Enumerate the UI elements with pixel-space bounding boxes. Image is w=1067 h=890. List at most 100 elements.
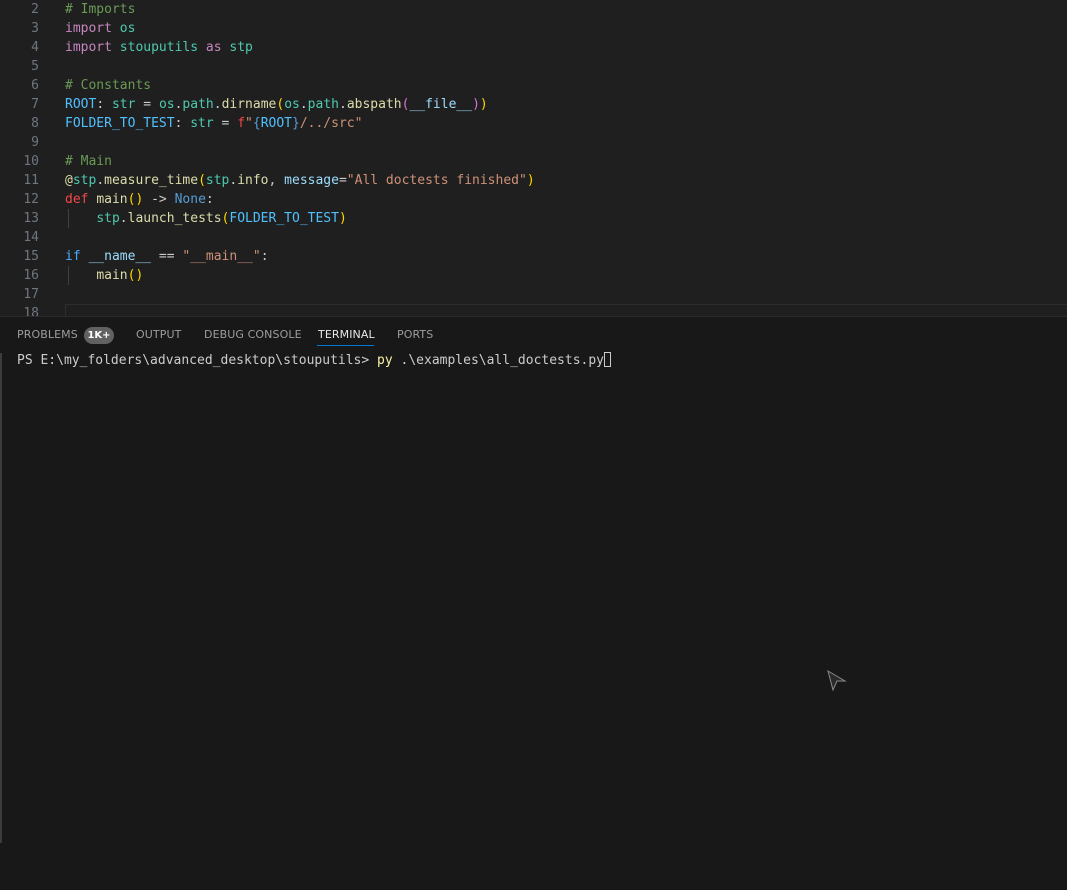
code-token: ROOT — [260, 116, 292, 131]
terminal-cursor — [604, 352, 612, 367]
panel-tabs: PROBLEMS 1K+ OUTPUT DEBUG CONSOLE TERMIN… — [0, 317, 1067, 353]
code-token: : — [260, 249, 269, 264]
code-token: = — [213, 116, 238, 131]
code-token: , — [268, 173, 285, 188]
code-line[interactable]: 7 ROOT: str = os.path.dirname(os.path.abs… — [0, 95, 1067, 114]
code-text: # Constants — [65, 76, 151, 95]
code-line[interactable]: 9 — [0, 133, 1067, 152]
code-token: () — [127, 268, 144, 283]
line-number: 18 — [23, 306, 39, 316]
terminal-prompt: PS E:\my_folders\advanced_desktop\stoupu… — [17, 353, 378, 368]
code-token: None — [174, 192, 206, 207]
terminal-command: py — [377, 353, 393, 368]
code-line[interactable]: 6 # Constants — [0, 76, 1067, 95]
problems-count-badge: 1K+ — [84, 327, 114, 344]
code-token: ) — [472, 97, 480, 112]
code-token: { — [252, 116, 261, 131]
line-number: 3 — [31, 21, 39, 36]
code-token: path — [182, 97, 214, 112]
code-token: " — [245, 116, 253, 131]
line-number: 6 — [31, 78, 39, 93]
code-text: stp.launch_tests(FOLDER_TO_TEST) — [65, 209, 346, 228]
code-line[interactable]: 3 import os — [0, 19, 1067, 38]
bottom-panel: PROBLEMS 1K+ OUTPUT DEBUG CONSOLE TERMIN… — [0, 316, 1067, 890]
code-token: main — [96, 268, 128, 283]
code-token: ( — [198, 173, 206, 188]
code-line[interactable]: 4 import stouputils as stp — [0, 38, 1067, 57]
tab-output[interactable]: OUTPUT — [136, 328, 181, 341]
code-token: info — [237, 173, 269, 188]
code-text: # Imports — [65, 0, 135, 19]
code-text: main() — [65, 266, 143, 285]
active-tab-indicator — [317, 345, 374, 346]
code-token: stp — [205, 173, 230, 188]
line-number: 15 — [23, 249, 39, 264]
code-token: = — [338, 173, 347, 188]
line-number: 5 — [31, 59, 39, 74]
code-text: # Main — [65, 152, 112, 171]
line-number: 9 — [31, 135, 39, 150]
code-token: # Imports — [65, 2, 136, 17]
indent-guide — [68, 266, 69, 285]
code-token: import — [65, 21, 112, 36]
code-token: stp — [229, 40, 253, 55]
code-text: import stouputils as stp — [65, 38, 253, 57]
code-token: ) — [526, 173, 535, 188]
terminal-args: .\examples\all_doctests.py — [392, 353, 605, 368]
code-line[interactable]: 11 @stp.measure_time(stp.info, message="A… — [0, 171, 1067, 190]
code-token: : — [96, 97, 112, 112]
code-token: path — [307, 97, 339, 112]
line-number: 8 — [31, 116, 39, 131]
code-line[interactable]: 14 — [0, 228, 1067, 247]
code-text: FOLDER_TO_TEST: str = f"{ROOT}/../src" — [65, 114, 362, 133]
code-token: FOLDER_TO_TEST — [229, 211, 339, 226]
code-line[interactable]: 10 # Main — [0, 152, 1067, 171]
line-number: 2 — [31, 2, 39, 17]
code-line[interactable]: 12 def main() -> None: — [0, 190, 1067, 209]
code-token: ROOT — [65, 97, 97, 112]
code-token: : — [205, 192, 214, 207]
code-line[interactable]: 13 stp.launch_tests(FOLDER_TO_TEST) — [0, 209, 1067, 228]
code-token: measure_time — [104, 173, 199, 188]
code-token: } — [292, 116, 300, 131]
code-token: /../src" — [299, 116, 363, 131]
indent-guide — [68, 209, 69, 228]
code-line[interactable]: 8 FOLDER_TO_TEST: str = f"{ROOT}/../src" — [0, 114, 1067, 133]
tab-ports[interactable]: PORTS — [397, 328, 433, 341]
code-token: message — [284, 173, 339, 188]
code-token: os — [284, 97, 300, 112]
line-number: 4 — [31, 40, 39, 55]
code-line[interactable]: 16 main() — [0, 266, 1067, 285]
tab-terminal[interactable]: TERMINAL — [318, 328, 375, 341]
code-line[interactable]: 17 — [0, 285, 1067, 304]
line-number: 13 — [23, 211, 39, 226]
code-token: import — [65, 40, 112, 55]
code-line[interactable]: 5 — [0, 57, 1067, 76]
code-token: launch_tests — [127, 211, 222, 226]
code-line[interactable]: 15 if __name__ == "__main__": — [0, 247, 1067, 266]
line-number: 17 — [23, 287, 39, 302]
code-token: "All doctests finished" — [346, 173, 527, 188]
code-token: if — [65, 249, 81, 264]
code-token: os — [158, 97, 175, 112]
line-number: 7 — [31, 97, 39, 112]
code-editor[interactable]: 2 # Imports 3 import os 4 import stouputils a… — [0, 0, 1067, 316]
tab-problems[interactable]: PROBLEMS — [17, 328, 78, 341]
code-text: if __name__ == "__main__": — [65, 247, 269, 266]
code-token: stp — [72, 173, 97, 188]
terminal-line[interactable]: PS E:\my_folders\advanced_desktop\stoupu… — [17, 352, 612, 369]
code-text: def main() -> None: — [65, 190, 214, 209]
code-line[interactable]: 2 # Imports — [0, 0, 1067, 19]
code-text: import os — [65, 19, 135, 38]
code-token: str — [190, 116, 214, 131]
code-token: . — [338, 97, 347, 112]
code-token: # Main — [65, 154, 112, 169]
code-token: stouputils — [119, 40, 199, 55]
tab-debug-console[interactable]: DEBUG CONSOLE — [204, 328, 302, 341]
code-token: . — [96, 173, 105, 188]
line-number: 10 — [23, 154, 39, 169]
code-token: () — [127, 192, 144, 207]
